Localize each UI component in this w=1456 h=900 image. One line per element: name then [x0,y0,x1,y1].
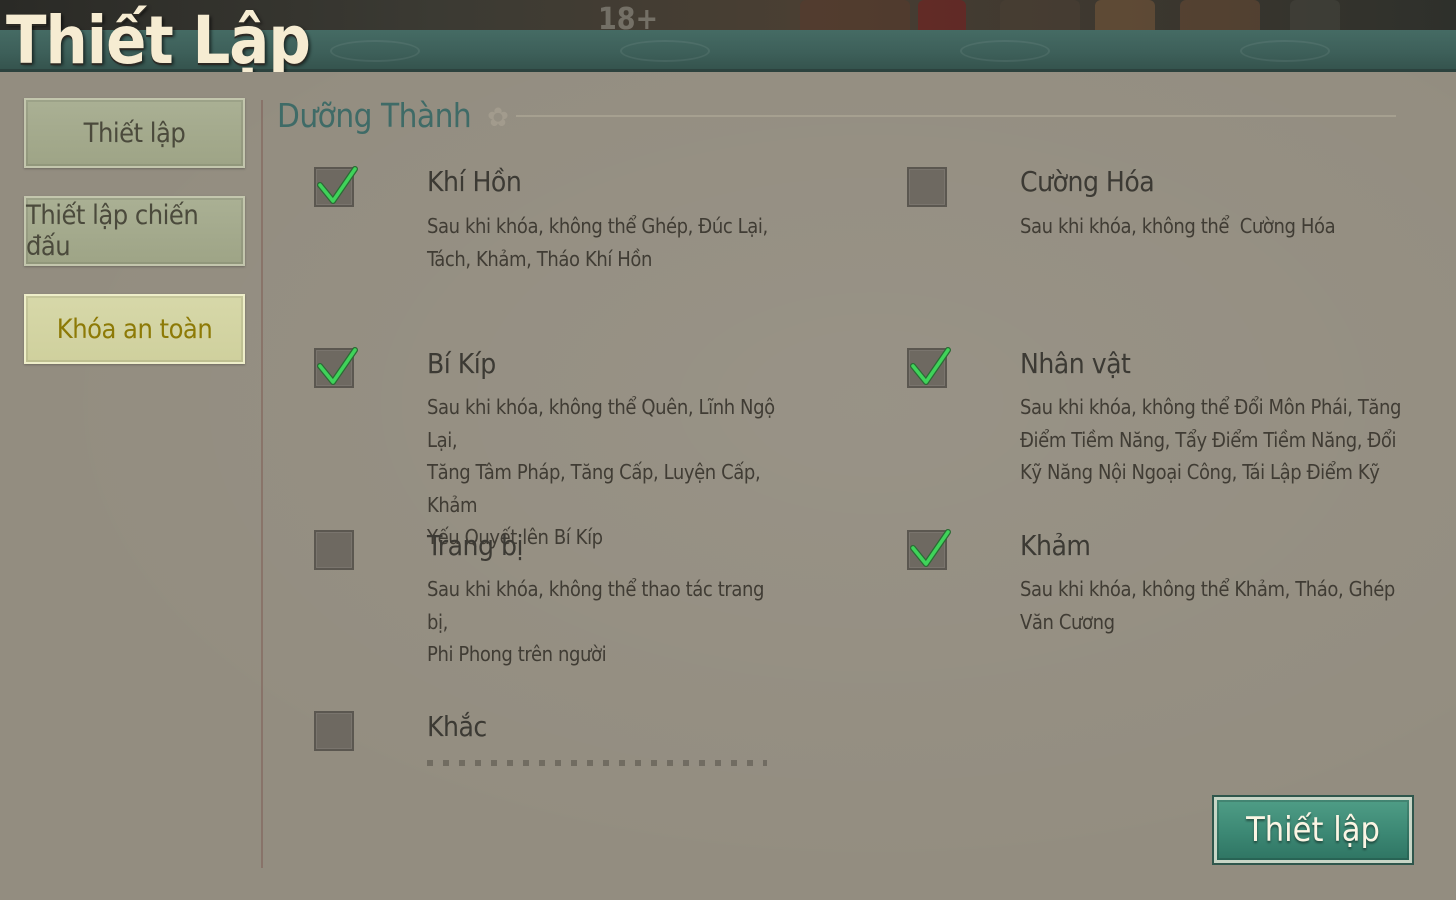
option-description-line: Tách, Khảm, Tháo Khí Hồn [427,246,653,271]
checkmark-icon [317,166,358,204]
option-title: Nhân vật [1020,347,1131,380]
sidebar-item-label: Khóa an toàn [56,313,213,345]
confirm-button-label: Thiết lập [1246,810,1380,850]
option-description-line: Sau khi khóa, không thể Khảm, Tháo, Ghép [1020,577,1395,601]
option-description-line: Tăng Tâm Pháp, Tăng Cấp, Luyện Cấp, Khảm [427,460,761,517]
sidebar-item-label: Thiết lập chiến đấu [26,200,199,262]
option-description-line: Kỹ Năng Nội Ngoại Công, Tái Lập Điểm Kỹ [1020,460,1380,484]
option-title: Khắc [427,710,487,743]
checkmark-icon [910,529,951,567]
option-title: Cường Hóa [1020,165,1155,198]
option-checkbox-nhan-vat[interactable] [907,347,951,388]
option-description: Sau khi khóa, không thể Ghép, Đúc Lại, T… [427,210,787,275]
flower-icon: ✿ [487,103,509,133]
option-description: Sau khi khóa, không thể Đổi Môn Phái, Tă… [1020,391,1410,489]
option-description-line: Văn Cương [1020,609,1115,634]
header-wave-decoration [330,40,420,62]
option-description-line: Sau khi khóa, không thể Cường Hóa [1020,214,1336,238]
sidebar-item-combat-settings[interactable]: Thiết lập chiến đấu [24,196,245,266]
checkmark-icon [317,347,358,385]
sidebar-item-label: Thiết lập [83,117,186,149]
option-description-line: Điểm Tiềm Năng, Tẩy Điểm Tiềm Năng, Đổi [1020,427,1397,452]
header-wave-decoration [1240,40,1330,62]
option-description: Sau khi khóa, không thể Khảm, Tháo, Ghép… [1020,573,1410,638]
clipped-description [427,760,767,766]
option-description: Sau khi khóa, không thể thao tác trang b… [427,573,787,671]
option-checkbox-trang-bi[interactable] [314,530,354,570]
checkmark-icon [910,347,951,385]
option-description-line: Phi Phong trên người [427,642,607,666]
option-description: Sau khi khóa, không thể Cường Hóa [1020,210,1400,243]
header-wave-decoration [960,40,1050,62]
option-title: Bí Kíp [427,347,496,380]
section-divider [516,115,1396,117]
option-description-line: Sau khi khóa, không thể Quên, Lĩnh Ngộ L… [427,395,775,452]
section-title: Dưỡng Thành [277,96,472,135]
sidebar-divider [261,100,263,868]
option-checkbox-bi-kip[interactable] [314,347,358,388]
option-checkbox-kham[interactable] [907,529,951,570]
option-description-line: Sau khi khóa, không thể Ghép, Đúc Lại, [427,214,768,238]
confirm-settings-button[interactable]: Thiết lập [1214,797,1412,863]
option-checkbox-khi-hon[interactable] [314,166,358,207]
option-title: Khí Hồn [427,165,522,198]
option-description-line: Sau khi khóa, không thể Đổi Môn Phái, Tă… [1020,395,1402,419]
sidebar-item-settings[interactable]: Thiết lập [24,98,245,168]
header-wave-decoration [620,40,710,62]
option-description-line: Sau khi khóa, không thể thao tác trang b… [427,577,764,634]
sidebar-item-safety-lock[interactable]: Khóa an toàn [24,294,245,364]
option-title: Trang bị [427,529,524,562]
option-title: Khảm [1020,529,1091,562]
option-checkbox-cuong-hoa[interactable] [907,167,947,207]
option-checkbox-khac[interactable] [314,711,354,751]
